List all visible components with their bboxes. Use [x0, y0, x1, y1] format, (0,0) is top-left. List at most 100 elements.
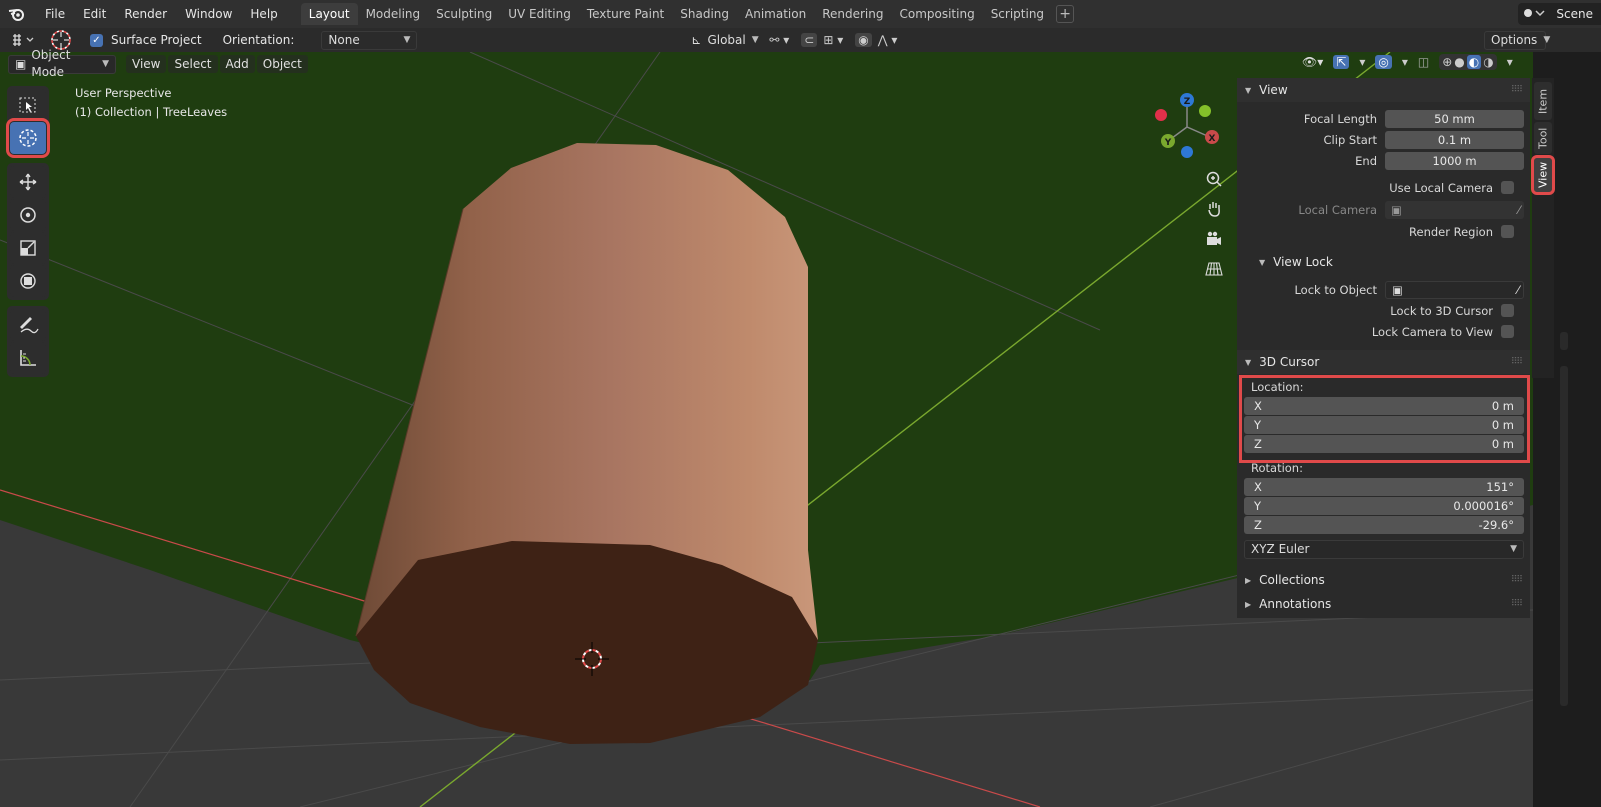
menu-add[interactable]: Add	[219, 55, 255, 73]
xray-icon[interactable]: ◫	[1418, 55, 1429, 69]
rendered-shading-icon[interactable]: ◑	[1483, 55, 1493, 69]
location-x-axis: X	[1254, 399, 1262, 413]
transform-orientation-dropdown[interactable]: ⊾ Global ▼	[685, 31, 761, 50]
eyedropper-icon[interactable]: ⁄	[1517, 281, 1519, 299]
sidebar-tabs: Item Tool View	[1531, 78, 1555, 378]
editor-type-icon[interactable]	[10, 33, 38, 47]
gizmo-toggle-icon[interactable]: ⇱	[1333, 55, 1350, 69]
add-workspace-button[interactable]: +	[1056, 5, 1075, 23]
chevron-down-icon[interactable]: ▾	[1402, 55, 1408, 69]
pan-hand-icon[interactable]	[1202, 197, 1226, 221]
rotation-x-field[interactable]: X 151°	[1244, 478, 1524, 496]
solid-shading-icon[interactable]: ●	[1454, 55, 1464, 69]
wireframe-shading-icon[interactable]: ⊕	[1442, 55, 1452, 69]
menu-file[interactable]: File	[36, 0, 74, 28]
clip-end-label: End	[1355, 153, 1377, 168]
snap-target-icon[interactable]: ⊞ ▾	[823, 33, 843, 47]
collections-panel-header[interactable]: ▶ Collections ⠿⠿	[1237, 568, 1530, 592]
snap-icon[interactable]: ⊂	[801, 33, 818, 47]
3d-cursor-panel-header[interactable]: ▼ 3D Cursor ⠿⠿	[1237, 350, 1530, 374]
menu-view[interactable]: View	[126, 55, 167, 73]
local-camera-row: Local Camera ▣ ⁄	[1237, 199, 1530, 220]
orientation-label: Orientation:	[222, 33, 295, 47]
use-local-camera-checkbox[interactable]	[1501, 181, 1514, 194]
annotations-panel-header[interactable]: ▶ Annotations ⠿⠿	[1237, 592, 1530, 616]
scene-selector[interactable]: Scene	[1518, 3, 1601, 25]
expand-triangle-icon: ▼	[1245, 357, 1252, 367]
sidebar-n-panel: ▼ View ⠿⠿ Focal Length 50 mm Clip Start …	[1237, 78, 1530, 618]
chevron-down-icon[interactable]: ▾	[1359, 55, 1365, 69]
blender-logo-icon[interactable]	[6, 3, 28, 25]
rotate-tool[interactable]	[10, 199, 46, 231]
scale-tool[interactable]	[10, 232, 46, 264]
menu-window[interactable]: Window	[176, 0, 241, 28]
tab-rendering[interactable]: Rendering	[814, 3, 891, 25]
tab-sculpting[interactable]: Sculpting	[428, 3, 500, 25]
lock-to-cursor-checkbox[interactable]	[1501, 304, 1514, 317]
view-panel-header[interactable]: ▼ View ⠿⠿	[1237, 78, 1530, 102]
rotation-z-field[interactable]: Z -29.6°	[1244, 516, 1524, 534]
menu-render[interactable]: Render	[115, 0, 176, 28]
select-box-tool[interactable]	[10, 89, 46, 121]
tab-scripting[interactable]: Scripting	[983, 3, 1052, 25]
view-lock-header[interactable]: ▼ View Lock	[1237, 250, 1530, 274]
annotate-tool[interactable]	[10, 309, 46, 341]
overlays-icon[interactable]: ◎	[1375, 55, 1392, 69]
material-shading-icon[interactable]: ◐	[1466, 55, 1482, 69]
orientation-dropdown[interactable]: None ▼	[321, 30, 418, 50]
cursor-tool[interactable]	[6, 118, 50, 158]
location-y-field[interactable]: Y 0 m	[1244, 416, 1524, 434]
drag-grip-icon[interactable]: ⠿⠿	[1511, 85, 1523, 95]
tab-item[interactable]: Item	[1534, 82, 1552, 120]
measure-icon	[20, 350, 36, 366]
proportional-edit-icon[interactable]: ◉	[855, 33, 872, 47]
lock-to-object-field[interactable]: ▣ ⁄	[1385, 280, 1524, 299]
rotation-y-field[interactable]: Y 0.000016°	[1244, 497, 1524, 515]
menu-help[interactable]: Help	[241, 0, 286, 28]
drag-grip-icon[interactable]: ⠿⠿	[1511, 575, 1523, 585]
drag-grip-icon[interactable]: ⠿⠿	[1511, 357, 1523, 367]
measure-tool[interactable]	[10, 342, 46, 374]
object-mode-dropdown[interactable]: ▣ Object Mode ▼	[8, 48, 116, 79]
tab-shading[interactable]: Shading	[672, 3, 737, 25]
location-z-field[interactable]: Z 0 m	[1244, 435, 1524, 453]
transform-tool[interactable]	[10, 265, 46, 297]
rotation-mode-dropdown[interactable]: XYZ Euler ▼	[1244, 540, 1524, 559]
local-camera-field[interactable]: ▣ ⁄	[1385, 200, 1524, 219]
menu-edit[interactable]: Edit	[74, 0, 115, 28]
camera-icon[interactable]	[1202, 227, 1226, 251]
select-tool-group	[6, 86, 50, 158]
tab-layout[interactable]: Layout	[300, 3, 358, 25]
tab-tool[interactable]: Tool	[1534, 122, 1552, 154]
move-tool[interactable]	[10, 166, 46, 198]
perspective-grid-icon[interactable]	[1202, 257, 1226, 281]
toolbar-left	[6, 86, 50, 383]
tab-modeling[interactable]: Modeling	[358, 3, 429, 25]
visibility-icon[interactable]: 👁▾	[1302, 55, 1323, 69]
lock-to-cursor-label: Lock to 3D Cursor	[1390, 303, 1493, 318]
surface-project-checkbox[interactable]: ✓	[90, 33, 103, 47]
tab-view[interactable]: View	[1531, 155, 1555, 195]
falloff-icon[interactable]: ⋀ ▾	[878, 33, 898, 47]
render-region-checkbox[interactable]	[1501, 225, 1514, 238]
navigation-gizmo[interactable]: Z X Y	[1150, 90, 1225, 165]
pivot-point-icon[interactable]: ⚯ ▾	[769, 33, 789, 47]
tab-texture-paint[interactable]: Texture Paint	[579, 3, 672, 25]
clip-start-field[interactable]: 0.1 m	[1385, 130, 1524, 149]
chevron-down-icon[interactable]: ▾	[1507, 55, 1513, 69]
menu-select[interactable]: Select	[168, 55, 218, 73]
tab-uv-editing[interactable]: UV Editing	[500, 3, 579, 25]
lock-camera-checkbox[interactable]	[1501, 325, 1514, 338]
tab-animation[interactable]: Animation	[737, 3, 814, 25]
location-x-field[interactable]: X 0 m	[1244, 397, 1524, 415]
lock-to-object-label: Lock to Object	[1294, 282, 1377, 297]
object-mode-value: Object Mode	[31, 48, 71, 79]
eyedropper-icon[interactable]: ⁄	[1518, 201, 1520, 219]
options-dropdown[interactable]: Options ▼	[1484, 30, 1550, 50]
menu-object[interactable]: Object	[256, 55, 308, 73]
tab-compositing[interactable]: Compositing	[891, 3, 982, 25]
drag-grip-icon[interactable]: ⠿⠿	[1511, 599, 1523, 609]
clip-end-field[interactable]: 1000 m	[1385, 151, 1524, 170]
zoom-icon[interactable]	[1202, 167, 1226, 191]
focal-length-field[interactable]: 50 mm	[1385, 109, 1524, 128]
